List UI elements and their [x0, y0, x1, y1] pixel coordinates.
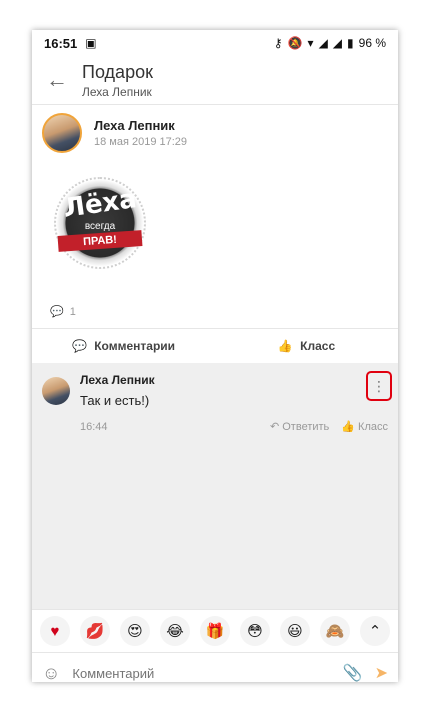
comments-button[interactable]: 💬 Комментарии: [32, 339, 215, 353]
image-notification-icon: ▣: [85, 36, 97, 50]
chevron-up-icon[interactable]: ⌃: [360, 616, 390, 646]
comment-text: Так и есть!): [80, 393, 150, 408]
status-bar: 16:51 ▣ ⚷ 🔕 ▾ ◢ ◢ ▮ 96 %: [32, 30, 398, 56]
page-subtitle: Леха Лепник: [82, 84, 152, 99]
author-name[interactable]: Леха Лепник: [94, 118, 187, 133]
comment-input-bar: ☺ 📎 ➤: [32, 653, 398, 683]
smiley-icon[interactable]: ☺: [42, 663, 60, 683]
signal-icon: ◢: [318, 36, 328, 50]
thumbs-up-icon: 👍: [277, 339, 293, 353]
commenter-avatar[interactable]: [42, 377, 70, 405]
comment-bubble-icon: 💬: [50, 306, 64, 318]
flushed-emoji-icon[interactable]: 😳: [240, 616, 270, 646]
comment-like-label: Класс: [358, 421, 388, 433]
emoji-bar: ♥ 💋 😍 😂 🎁 😳 😃 🙈 ⌃: [32, 609, 398, 653]
like-button[interactable]: 👍 Класс: [215, 339, 398, 353]
comment-time: 16:44: [80, 420, 108, 433]
lips-emoji-icon[interactable]: 💋: [80, 616, 110, 646]
app-bar: ← Подарок Леха Лепник: [32, 56, 398, 105]
reply-label: Ответить: [282, 421, 330, 433]
key-icon: ⚷: [273, 36, 283, 50]
post-actions: 💬 Комментарии 👍 Класс: [32, 328, 398, 363]
back-arrow-icon[interactable]: ←: [32, 67, 82, 93]
avatar[interactable]: [42, 113, 82, 153]
comment-count: 1: [69, 305, 76, 318]
comments-label: Комментарии: [94, 339, 176, 353]
commenter-name[interactable]: Леха Лепник: [80, 373, 388, 387]
gift-sticker[interactable]: Лёха всегда ПРАВ!: [50, 173, 150, 273]
comment-counter: 💬 1: [42, 305, 388, 319]
battery-icon: ▮: [347, 36, 354, 50]
like-label: Класс: [300, 339, 336, 353]
gift-post: Леха Лепник 18 мая 2019 17:29 Лёха всегд…: [32, 105, 398, 318]
reply-button[interactable]: ↶ Ответить: [270, 420, 329, 433]
heart-emoji-icon[interactable]: ♥: [40, 616, 70, 646]
page-title: Подарок: [82, 61, 153, 82]
comment-icon: 💬: [71, 339, 87, 353]
monkey-emoji-icon[interactable]: 🙈: [320, 616, 350, 646]
thumbs-up-icon: 👍: [341, 421, 355, 433]
phone-screen: 16:51 ▣ ⚷ 🔕 ▾ ◢ ◢ ▮ 96 % ← Подарок Леха …: [32, 30, 398, 682]
mute-icon: 🔕: [287, 36, 303, 50]
comment-input[interactable]: [70, 664, 343, 682]
more-options-icon[interactable]: ⋮: [366, 371, 392, 401]
send-icon[interactable]: ➤: [375, 663, 388, 682]
gift-emoji-icon[interactable]: 🎁: [200, 616, 230, 646]
post-date: 18 мая 2019 17:29: [94, 136, 188, 148]
battery-level: 96 %: [358, 36, 386, 50]
status-time: 16:51: [44, 35, 78, 51]
wifi-icon: ▾: [307, 36, 314, 50]
comment-item: Леха Лепник Так и есть!) 16:44 ↶ Ответит…: [42, 373, 388, 433]
comments-section: Леха Лепник Так и есть!) 16:44 ↶ Ответит…: [32, 363, 398, 609]
signal2-icon: ◢: [332, 36, 343, 50]
comment-like-button[interactable]: 👍 Класс: [341, 420, 388, 433]
post-author: Леха Лепник 18 мая 2019 17:29: [42, 113, 388, 153]
heart-eyes-emoji-icon[interactable]: 😍: [120, 616, 150, 646]
reply-icon: ↶: [269, 421, 280, 433]
laughing-emoji-icon[interactable]: 😂: [160, 616, 190, 646]
attach-icon[interactable]: 📎: [343, 663, 363, 682]
grin-emoji-icon[interactable]: 😃: [280, 616, 310, 646]
